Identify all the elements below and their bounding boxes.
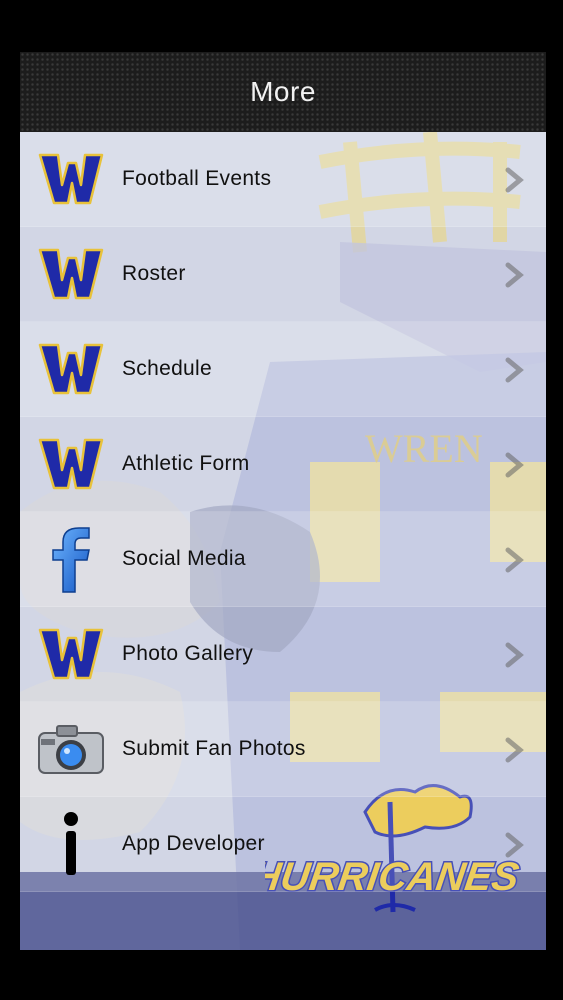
menu-item-label: App Developer <box>122 832 265 855</box>
w-logo-icon <box>20 607 122 702</box>
content-area: WREN HURRICANES Football Events Roster S… <box>20 132 546 950</box>
info-icon <box>20 797 122 892</box>
chevron-right-icon <box>505 832 524 858</box>
menu-item-photo-gallery[interactable]: Photo Gallery <box>20 607 546 702</box>
menu-item-social-media[interactable]: Social Media <box>20 512 546 607</box>
menu-item-athletic-form[interactable]: Athletic Form <box>20 417 546 512</box>
camera-icon <box>20 702 122 797</box>
page-title: More <box>250 76 316 107</box>
chevron-right-icon <box>505 262 524 288</box>
menu-item-roster[interactable]: Roster <box>20 227 546 322</box>
w-logo-icon <box>20 322 122 417</box>
menu-item-app-developer[interactable]: App Developer <box>20 797 546 892</box>
menu-item-football-events[interactable]: Football Events <box>20 132 546 227</box>
menu-item-label: Roster <box>122 262 186 285</box>
app-screen: More WREN HURRICANES Football Events Ros… <box>20 52 546 950</box>
chevron-right-icon <box>505 547 524 573</box>
chevron-right-icon <box>505 167 524 193</box>
menu-item-schedule[interactable]: Schedule <box>20 322 546 417</box>
chevron-right-icon <box>505 452 524 478</box>
menu-item-label: Submit Fan Photos <box>122 737 306 760</box>
chevron-right-icon <box>505 642 524 668</box>
menu-item-submit-fan-photos[interactable]: Submit Fan Photos <box>20 702 546 797</box>
chevron-right-icon <box>505 737 524 763</box>
more-menu-list: Football Events Roster Schedule Athletic… <box>20 132 546 892</box>
menu-item-label: Schedule <box>122 357 212 380</box>
facebook-icon <box>20 512 122 607</box>
chevron-right-icon <box>505 357 524 383</box>
menu-item-label: Football Events <box>122 167 272 190</box>
w-logo-icon <box>20 132 122 227</box>
w-logo-icon <box>20 417 122 512</box>
nav-header: More <box>20 52 546 132</box>
menu-item-label: Athletic Form <box>122 452 250 475</box>
menu-item-label: Photo Gallery <box>122 642 254 665</box>
w-logo-icon <box>20 227 122 322</box>
menu-item-label: Social Media <box>122 547 246 570</box>
